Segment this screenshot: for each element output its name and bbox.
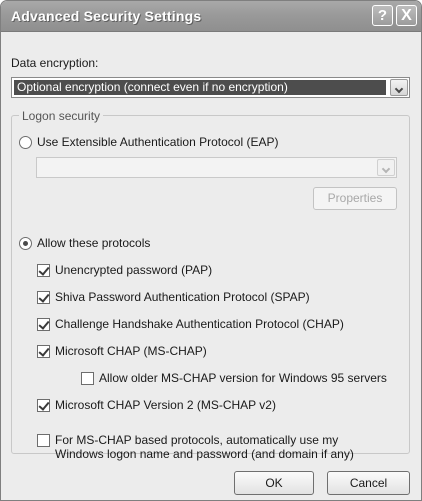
- data-encryption-select[interactable]: Optional encryption (connect even if no …: [11, 77, 410, 98]
- auto-logon-checkbox[interactable]: [37, 434, 50, 447]
- pap-label[interactable]: Unencrypted password (PAP): [55, 263, 212, 277]
- auto-logon-label-line1[interactable]: For MS-CHAP based protocols, automatical…: [55, 433, 338, 447]
- dialog-body: Data encryption: Optional encryption (co…: [1, 32, 421, 500]
- logon-security-title: Logon security: [19, 109, 104, 123]
- ms-chap-v2-label[interactable]: Microsoft CHAP Version 2 (MS-CHAP v2): [55, 398, 276, 412]
- ms-chap-checkbox[interactable]: [37, 345, 50, 358]
- advanced-security-settings-dialog: Advanced Security Settings ? X Data encr…: [0, 0, 422, 501]
- eap-radio[interactable]: [19, 136, 32, 149]
- chap-label[interactable]: Challenge Handshake Authentication Proto…: [55, 317, 344, 331]
- cancel-button[interactable]: Cancel: [327, 471, 410, 495]
- older-ms-chap-checkbox[interactable]: [81, 372, 94, 385]
- help-button[interactable]: ?: [372, 5, 393, 26]
- ok-button[interactable]: OK: [234, 471, 314, 495]
- eap-type-value: [37, 158, 375, 177]
- close-button[interactable]: X: [396, 5, 417, 26]
- older-ms-chap-label[interactable]: Allow older MS-CHAP version for Windows …: [99, 371, 387, 385]
- properties-button[interactable]: Properties: [313, 187, 397, 210]
- allow-protocols-radio[interactable]: [19, 237, 32, 250]
- allow-protocols-label[interactable]: Allow these protocols: [37, 236, 150, 250]
- close-icon: X: [401, 7, 412, 24]
- ms-chap-label[interactable]: Microsoft CHAP (MS-CHAP): [55, 344, 207, 358]
- title-bar[interactable]: Advanced Security Settings ? X: [1, 1, 421, 32]
- auto-logon-label-line2[interactable]: Windows logon name and password (and dom…: [55, 447, 354, 461]
- eap-radio-label[interactable]: Use Extensible Authentication Protocol (…: [37, 135, 278, 149]
- pap-checkbox[interactable]: [37, 264, 50, 277]
- chap-checkbox[interactable]: [37, 318, 50, 331]
- ms-chap-v2-checkbox[interactable]: [37, 399, 50, 412]
- help-icon: ?: [377, 7, 388, 24]
- data-encryption-label: Data encryption:: [11, 56, 99, 70]
- spap-checkbox[interactable]: [37, 291, 50, 304]
- chevron-down-icon[interactable]: [377, 159, 395, 176]
- eap-type-select[interactable]: [36, 157, 397, 178]
- spap-label[interactable]: Shiva Password Authentication Protocol (…: [55, 290, 310, 304]
- chevron-down-icon[interactable]: [390, 79, 408, 96]
- dialog-title: Advanced Security Settings: [11, 8, 202, 24]
- data-encryption-value: Optional encryption (connect even if no …: [14, 80, 386, 95]
